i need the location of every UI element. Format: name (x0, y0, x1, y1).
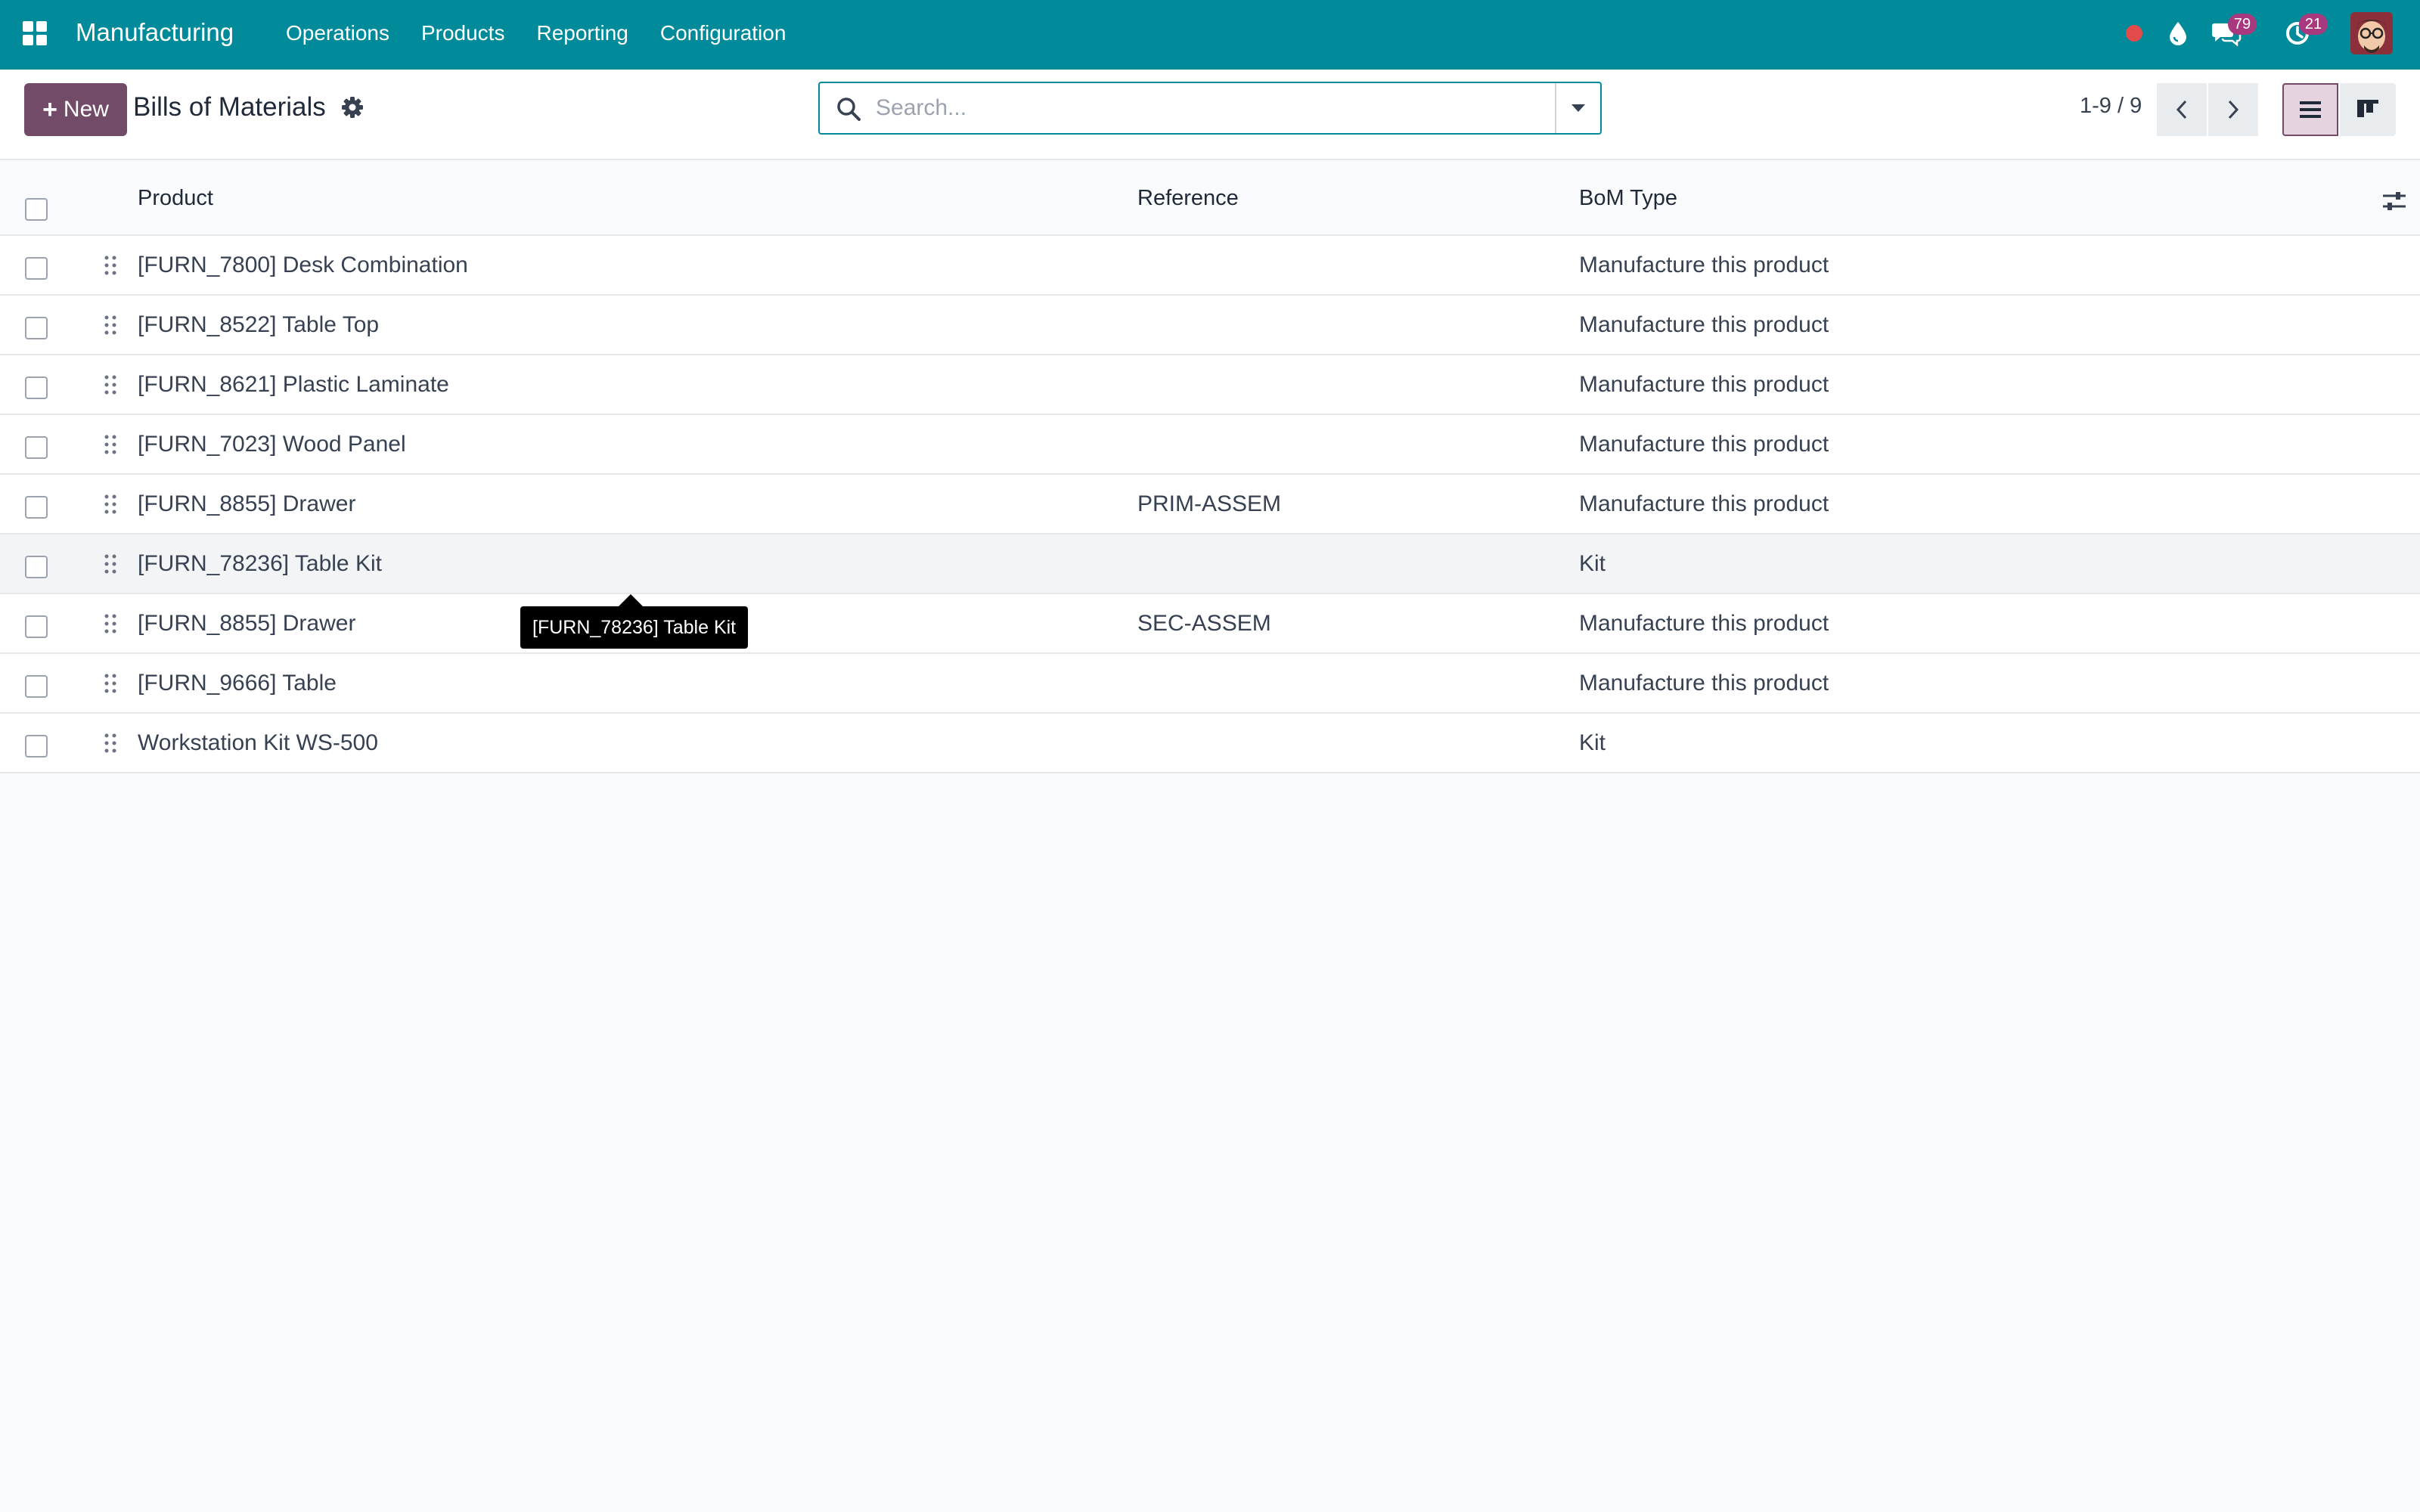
cell-product: [FURN_8621] Plastic Laminate (138, 372, 449, 397)
messages-count-badge: 79 (2228, 14, 2257, 35)
drag-handle-icon[interactable] (103, 612, 118, 635)
clock-icon[interactable]: 21 (2281, 14, 2328, 50)
search-options-toggle[interactable] (1555, 83, 1600, 133)
kanban-icon (2357, 100, 2378, 117)
cell-product: Workstation Kit WS-500 (138, 730, 378, 755)
cell-bom-type: Manufacture this product (1579, 372, 1829, 397)
cell-product: [FURN_8855] Drawer (138, 491, 356, 516)
search-icon[interactable] (835, 95, 862, 122)
main-menu: Operations Products Reporting Configurat… (286, 21, 786, 45)
menu-operations[interactable]: Operations (286, 21, 389, 45)
cell-product: [FURN_9666] Table (138, 671, 337, 696)
row-checkbox[interactable] (25, 735, 48, 758)
cell-bom-type: Manufacture this product (1579, 611, 1829, 636)
pager-value[interactable]: 1-9 / 9 (2080, 94, 2142, 119)
plus-icon: + (42, 94, 57, 124)
cell-bom-type: Manufacture this product (1579, 432, 1829, 457)
droplet-icon[interactable] (2161, 17, 2195, 50)
table-row[interactable]: [FURN_7800] Desk Combination Manufacture… (0, 236, 2420, 296)
bom-list-table: Product Reference BoM Type [FURN_7800] D… (0, 160, 2420, 773)
table-header: Product Reference BoM Type (0, 160, 2420, 236)
row-checkbox[interactable] (25, 436, 48, 459)
drag-handle-icon[interactable] (103, 373, 118, 396)
cell-product: [FURN_8855] Drawer (138, 611, 356, 636)
activities-count-badge: 21 (2299, 14, 2328, 35)
cell-reference: PRIM-ASSEM (1137, 491, 1282, 516)
drag-handle-icon[interactable] (103, 553, 118, 575)
chat-icon[interactable]: 79 (2210, 14, 2257, 50)
drag-handle-icon[interactable] (103, 732, 118, 754)
drag-handle-icon[interactable] (103, 493, 118, 516)
product-tooltip: [FURN_78236] Table Kit (520, 606, 749, 649)
row-checkbox[interactable] (25, 615, 48, 638)
row-checkbox[interactable] (25, 675, 48, 698)
table-row[interactable]: [FURN_78236] Table Kit Kit (0, 534, 2420, 594)
column-header-bom-type[interactable]: BoM Type (1579, 186, 1677, 211)
column-settings-icon[interactable] (2381, 189, 2408, 213)
table-row[interactable]: [FURN_8855] Drawer SEC-ASSEM Manufacture… (0, 594, 2420, 654)
search-box (818, 82, 1602, 135)
menu-reporting[interactable]: Reporting (536, 21, 628, 45)
cell-reference: SEC-ASSEM (1137, 611, 1271, 636)
cell-bom-type: Manufacture this product (1579, 671, 1829, 696)
select-all-checkbox[interactable] (25, 198, 48, 221)
drag-handle-icon[interactable] (103, 672, 118, 695)
table-row[interactable]: [FURN_8855] Drawer PRIM-ASSEM Manufactur… (0, 475, 2420, 534)
kanban-view-button[interactable] (2340, 83, 2396, 136)
list-icon (2300, 101, 2321, 118)
new-button[interactable]: + New (24, 83, 127, 136)
page-title: Bills of Materials (133, 92, 326, 122)
cell-bom-type: Kit (1579, 730, 1606, 755)
chevron-left-icon (2176, 100, 2187, 119)
drag-handle-icon[interactable] (103, 254, 118, 277)
row-checkbox[interactable] (25, 496, 48, 519)
gear-icon[interactable] (340, 95, 365, 119)
row-checkbox[interactable] (25, 376, 48, 399)
row-checkbox[interactable] (25, 257, 48, 280)
apps-grid-icon[interactable] (21, 20, 48, 47)
caret-down-icon (1571, 104, 1585, 112)
menu-configuration[interactable]: Configuration (660, 21, 786, 45)
chevron-right-icon (2228, 100, 2239, 119)
new-button-label: New (63, 97, 109, 122)
list-view-button[interactable] (2282, 83, 2338, 136)
menu-products[interactable]: Products (421, 21, 505, 45)
cell-product: [FURN_7800] Desk Combination (138, 253, 468, 277)
top-navbar: Manufacturing Operations Products Report… (0, 0, 2420, 70)
column-header-reference[interactable]: Reference (1137, 186, 1239, 211)
record-dot-icon[interactable] (2118, 17, 2151, 50)
avatar[interactable] (2350, 12, 2393, 54)
pager-previous-button[interactable] (2157, 83, 2207, 136)
search-input[interactable] (876, 89, 1556, 127)
cell-product: [FURN_78236] Table Kit (138, 551, 382, 576)
drag-handle-icon[interactable] (103, 314, 118, 336)
cell-bom-type: Manufacture this product (1579, 491, 1829, 516)
table-row[interactable]: [FURN_7023] Wood Panel Manufacture this … (0, 415, 2420, 475)
cell-product: [FURN_8522] Table Top (138, 312, 380, 337)
drag-handle-icon[interactable] (103, 433, 118, 456)
pager-next-button[interactable] (2208, 83, 2258, 136)
table-row[interactable]: Workstation Kit WS-500 Kit (0, 714, 2420, 773)
table-row[interactable]: [FURN_8621] Plastic Laminate Manufacture… (0, 355, 2420, 415)
cell-bom-type: Manufacture this product (1579, 312, 1829, 337)
cell-bom-type: Manufacture this product (1579, 253, 1829, 277)
row-checkbox[interactable] (25, 317, 48, 339)
column-header-product[interactable]: Product (138, 186, 213, 211)
row-checkbox[interactable] (25, 556, 48, 578)
cell-product: [FURN_7023] Wood Panel (138, 432, 406, 457)
cell-bom-type: Kit (1579, 551, 1606, 576)
control-panel: + New Bills of Materials 1-9 / 9 (0, 70, 2420, 160)
table-row[interactable]: [FURN_9666] Table Manufacture this produ… (0, 654, 2420, 714)
tooltip-arrow (619, 594, 643, 606)
table-row[interactable]: [FURN_8522] Table Top Manufacture this p… (0, 296, 2420, 355)
app-name[interactable]: Manufacturing (76, 18, 234, 47)
